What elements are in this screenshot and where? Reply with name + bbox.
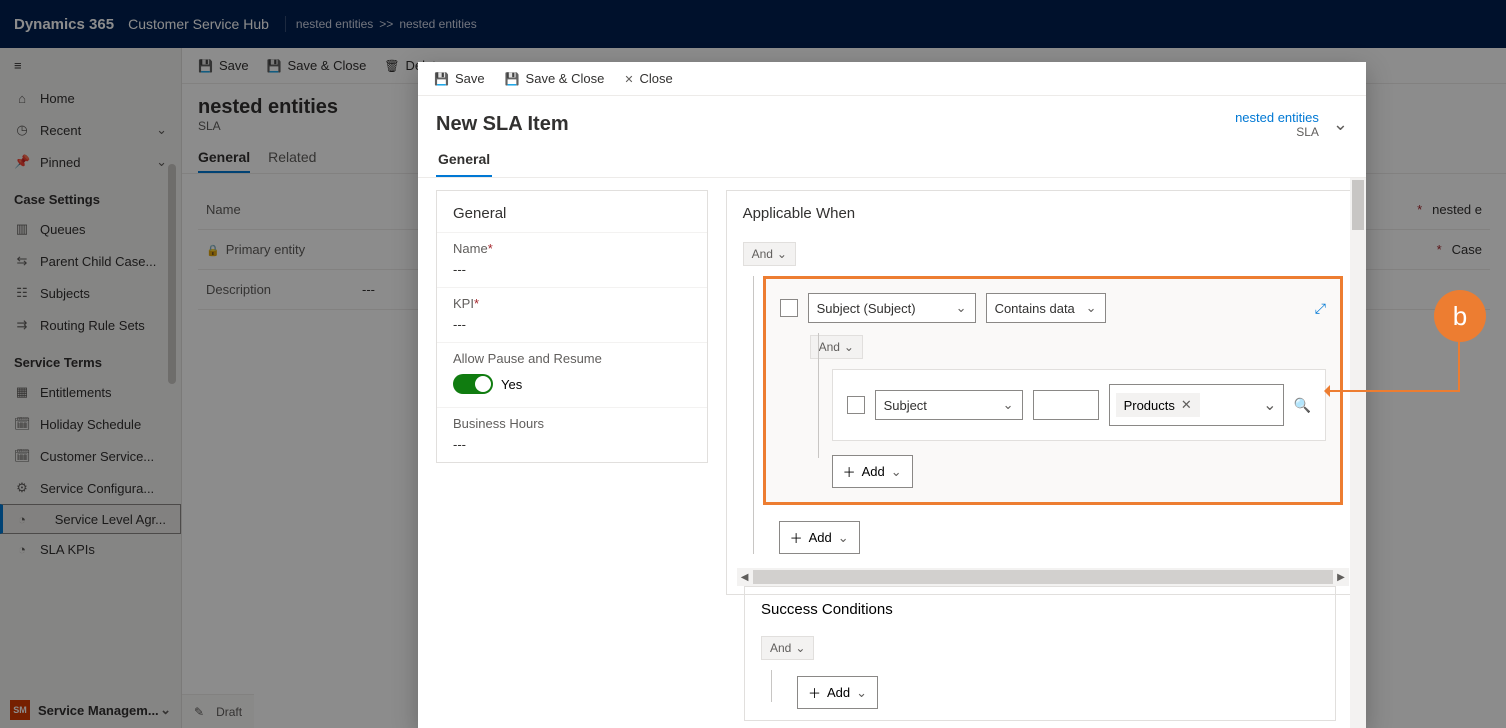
annotation-arrow (1326, 390, 1458, 392)
chevron-down-icon (844, 340, 854, 354)
success-conditions-title: Success Conditions (745, 587, 1335, 626)
search-icon[interactable]: 🔍 (1294, 397, 1311, 414)
business-hours-field[interactable]: --- (453, 437, 691, 452)
kpi-label: KPI (453, 296, 474, 311)
nested-condition-row: Subject Products✕ 🔍 (832, 369, 1326, 441)
annotation-badge-b: b (1434, 290, 1486, 342)
scrollbar-thumb[interactable] (753, 570, 1333, 584)
annotation-connector (1458, 342, 1460, 392)
chevron-down-icon (1086, 300, 1097, 316)
condition-group: Subject (Subject) Contains data ⤢ And Su… (763, 276, 1343, 505)
applicable-when-title: Applicable When (727, 191, 1359, 232)
success-conditions-section: Success Conditions And ＋Add (744, 586, 1336, 721)
save-icon (434, 71, 449, 86)
save-icon (505, 71, 520, 86)
applicable-when-section: Applicable When And Subject (Subject) Co… (726, 190, 1360, 595)
chevron-down-icon (777, 247, 787, 261)
allow-pause-value: Yes (501, 377, 522, 392)
quick-create-panel: Save Save & Close Close New SLA Item nes… (418, 62, 1366, 728)
scroll-left-icon[interactable]: ◀ (737, 572, 753, 583)
general-title: General (437, 191, 707, 232)
and-operator-button[interactable]: And (743, 242, 796, 266)
allow-pause-toggle[interactable]: Yes (453, 374, 522, 394)
save-button[interactable]: Save (434, 71, 485, 86)
parent-record-entity: SLA (1235, 125, 1319, 139)
close-button[interactable]: Close (624, 71, 672, 86)
lookup-tag: Products✕ (1116, 393, 1200, 417)
add-condition-button[interactable]: ＋Add (797, 676, 878, 709)
business-hours-label: Business Hours (453, 416, 691, 431)
panel-command-bar: Save Save & Close Close (418, 62, 1366, 96)
operator-selector[interactable] (1033, 390, 1099, 420)
vertical-scrollbar[interactable] (1350, 178, 1366, 728)
name-field[interactable]: --- (453, 262, 691, 277)
chevron-down-icon (838, 530, 849, 546)
scroll-right-icon[interactable]: ▶ (1333, 572, 1349, 583)
condition-checkbox[interactable] (847, 396, 865, 414)
plus-icon: ＋ (843, 462, 856, 481)
name-label: Name (453, 241, 488, 256)
chevron-down-icon[interactable] (1333, 114, 1348, 135)
parent-record-link[interactable]: nested entities (1235, 110, 1319, 125)
plus-icon: ＋ (808, 683, 821, 702)
save-close-button[interactable]: Save & Close (505, 71, 605, 86)
remove-tag-icon[interactable]: ✕ (1181, 397, 1192, 413)
allow-pause-label: Allow Pause and Resume (453, 351, 691, 366)
add-condition-button[interactable]: ＋Add (832, 455, 913, 488)
panel-title: New SLA Item (436, 113, 569, 136)
chevron-down-icon (891, 464, 902, 480)
field-selector[interactable]: Subject (Subject) (808, 293, 976, 323)
scrollbar-thumb[interactable] (1352, 180, 1364, 230)
collapse-icon[interactable]: ⤢ (1315, 300, 1326, 317)
field-selector[interactable]: Subject (875, 390, 1023, 420)
general-section: General Name*--- KPI*--- Allow Pause and… (436, 190, 708, 463)
chevron-down-icon (856, 685, 867, 701)
horizontal-scrollbar[interactable]: ◀ ▶ (737, 568, 1349, 586)
and-operator-button[interactable]: And (761, 636, 814, 660)
kpi-field[interactable]: --- (453, 317, 691, 332)
operator-selector[interactable]: Contains data (986, 293, 1106, 323)
chevron-down-icon (956, 300, 967, 316)
chevron-down-icon (1263, 395, 1276, 415)
condition-checkbox[interactable] (780, 299, 798, 317)
value-lookup[interactable]: Products✕ (1109, 384, 1284, 426)
chevron-down-icon (795, 641, 805, 655)
chevron-down-icon (1003, 397, 1014, 413)
plus-icon: ＋ (790, 528, 803, 547)
close-icon (624, 71, 633, 86)
toggle-switch-icon (453, 374, 493, 394)
tab-general[interactable]: General (436, 145, 492, 177)
add-condition-button[interactable]: ＋Add (779, 521, 860, 554)
